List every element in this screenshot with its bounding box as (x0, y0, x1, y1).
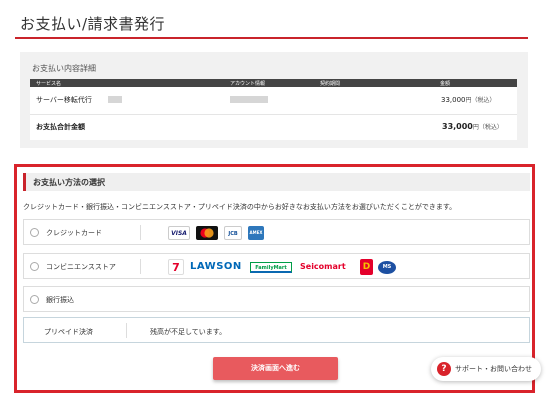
ministop-logo: MS (378, 261, 396, 274)
title-divider (15, 37, 528, 39)
amex-logo: AMEX (248, 226, 264, 240)
page-title: お支払い/請求書発行 (20, 15, 166, 33)
option-prepaid: プリペイド決済 残高が不足しています。 (23, 317, 530, 343)
column-header-amount: 金額 (440, 81, 451, 87)
option-bank-transfer[interactable]: 銀行振込 (23, 286, 530, 312)
support-contact-button[interactable]: ? サポート・お問い合わせ (431, 357, 541, 381)
total-amount: 33,000円（税込） (442, 122, 503, 131)
convenience-store-radio[interactable] (30, 262, 39, 271)
row-divider (30, 114, 517, 115)
familymart-logo: FamilyMart (250, 262, 292, 273)
summary-table-header: サービス名 アカウント情報 契約期間 金額 (30, 79, 517, 87)
mastercard-logo (196, 226, 218, 240)
column-header-period: 契約期間 (320, 81, 341, 87)
payment-method-header: お支払い方法の選択 (23, 173, 530, 191)
prepaid-status-message: 残高が不足しています。 (150, 328, 227, 336)
payment-summary-panel: お支払い内容詳細 サービス名 アカウント情報 契約期間 金額 サーバー移転代行 … (20, 52, 528, 148)
daily-yamazaki-logo: D (360, 259, 373, 275)
redacted-service-detail (108, 96, 122, 103)
prepaid-label: プリペイド決済 (44, 328, 93, 336)
payment-method-heading: お支払い方法の選択 (33, 178, 105, 187)
lawson-logo: LAWSON (190, 261, 242, 272)
column-header-account: アカウント情報 (230, 81, 266, 87)
proceed-to-payment-button[interactable]: 決済画面へ進む (213, 357, 338, 380)
help-icon: ? (437, 362, 451, 376)
seicomart-logo: Seicomart (300, 262, 346, 271)
credit-card-radio[interactable] (30, 228, 39, 237)
bank-transfer-radio[interactable] (30, 295, 39, 304)
column-header-service: サービス名 (36, 81, 62, 87)
bank-transfer-label: 銀行振込 (46, 296, 74, 304)
summary-total-row: お支払合計金額 33,000円（税込） (30, 122, 517, 134)
total-label: お支払合計金額 (36, 123, 85, 131)
service-amount: 33,000円（税込） (441, 96, 496, 104)
option-credit-card[interactable]: クレジットカード VISA JCB AMEX (23, 219, 530, 245)
summary-row: サーバー移転代行 33,000円（税込） (30, 95, 517, 107)
option-convenience-store[interactable]: コンビニエンスストア 7 LAWSON FamilyMart Seicomart… (23, 253, 530, 279)
summary-table: サービス名 アカウント情報 契約期間 金額 サーバー移転代行 33,000円（税… (30, 79, 517, 140)
jcb-logo: JCB (224, 226, 242, 240)
seven-eleven-logo: 7 (168, 259, 184, 275)
summary-heading: お支払い内容詳細 (32, 64, 96, 73)
service-name: サーバー移転代行 (36, 96, 92, 104)
convenience-store-label: コンビニエンスストア (46, 263, 116, 271)
redacted-account-info (230, 96, 268, 103)
visa-logo: VISA (168, 226, 190, 240)
support-contact-label: サポート・お問い合わせ (455, 365, 532, 373)
credit-card-label: クレジットカード (46, 229, 102, 237)
payment-method-description: クレジットカード・銀行振込・コンビニエンスストア・プリペイド決済の中からお好きな… (23, 203, 457, 211)
